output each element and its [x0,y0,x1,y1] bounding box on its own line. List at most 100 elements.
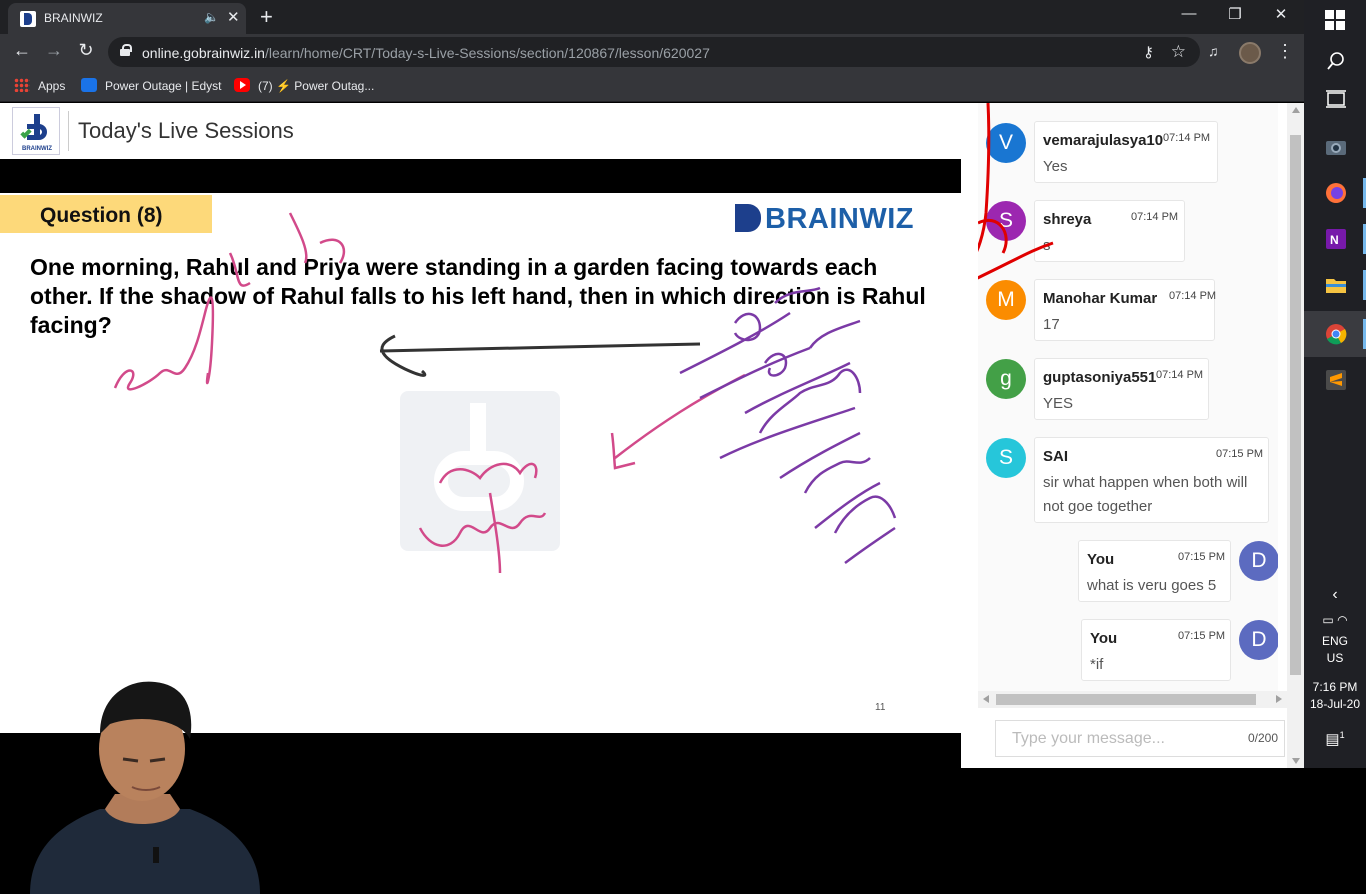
sender-name: You [1090,630,1118,647]
sender-name: Manohar Kumar [1043,290,1158,307]
bookmark-youtube[interactable]: (7) ⚡ Power Outag... [234,78,374,93]
language-indicator[interactable]: ENG [1304,634,1366,648]
sender-name: SAI [1043,448,1069,465]
page-scrollbar-bottom[interactable] [1287,683,1304,768]
brainwiz-logo[interactable]: BRAINWIZ [12,107,60,155]
taskbar-app-chrome[interactable] [1304,311,1366,357]
avatar: D [1239,541,1278,581]
forward-arrow-icon[interactable]: → [43,40,65,61]
camera-icon [1326,141,1346,155]
message-time: 07:14 PM [1156,369,1204,381]
sender-name: guptasoniya551 [1043,369,1157,386]
message-bubble: SAI 07:15 PM sir what happen when both w… [1034,437,1269,523]
chat-message: g guptasoniya551 07:14 PM YES [978,358,1278,422]
scroll-up-arrow-icon[interactable] [1292,107,1300,113]
kebab-menu-icon[interactable]: ⋮ [1276,41,1294,62]
scroll-down-arrow-icon[interactable] [1292,758,1300,764]
left-arrow-annotation [379,334,701,377]
profile-avatar[interactable] [1239,42,1261,64]
chat-message: S SAI 07:15 PM sir what happen when both… [978,437,1278,525]
message-time: 07:14 PM [1169,290,1217,302]
onenote-icon: N [1326,229,1346,249]
sender-name: vemarajulasya10 [1043,132,1164,149]
tab-title: BRAINWIZ [44,11,103,25]
windows-start-icon [1325,10,1345,30]
youtube-icon [234,78,250,92]
taskbar-app-camera[interactable] [1304,124,1366,170]
chat-vertical-scrollbar[interactable] [1287,103,1304,683]
task-view-icon [1326,90,1346,108]
scroll-thumb[interactable] [996,694,1256,705]
tab-strip: BRAINWIZ 🔈 ✕ + — ❐ ✕ [0,0,1304,34]
message-text: sir what happen when both will not goe t… [1043,474,1248,515]
taskbar-app-sublime[interactable] [1304,357,1366,403]
media-control-icon[interactable]: ♫ [1208,43,1226,59]
live-video-player[interactable]: Question (8) BRAINWIZ One morning, Rahul… [0,159,961,894]
browser-toolbar: ← → ↻ online.gobrainwiz.in/learn/home/CR… [0,34,1304,70]
browser-tab[interactable]: BRAINWIZ 🔈 ✕ [8,3,246,34]
message-text: what is veru goes 5 [1087,577,1217,594]
lock-icon[interactable] [120,44,132,56]
page-header: BRAINWIZ Today's Live Sessions [0,103,978,159]
presentation-slide: Question (8) BRAINWIZ One morning, Rahul… [0,193,961,733]
tab-close-button[interactable]: ✕ [227,8,240,26]
brainwiz-favicon-icon [20,11,36,27]
reload-icon[interactable]: ↻ [75,40,97,61]
chrome-icon [1326,324,1347,345]
show-hidden-icons-chevron-icon[interactable]: ‹ [1304,586,1366,604]
bookmark-edyst[interactable]: Power Outage | Edyst [81,78,222,93]
key-icon[interactable]: ⚷ [1143,43,1154,61]
message-time: 07:15 PM [1216,448,1264,460]
avatar: g [986,359,1026,399]
restore-button[interactable]: ❐ [1220,5,1250,23]
new-tab-button[interactable]: + [260,4,273,30]
logo-text: BRAINWIZ [22,146,52,152]
search-icon [1327,52,1344,70]
action-center-icon[interactable]: ▤1 [1304,730,1366,748]
message-time: 07:14 PM [1163,132,1211,144]
clock-date[interactable]: 18-Jul-20 [1304,697,1366,711]
message-time: 07:15 PM [1178,551,1226,563]
pen-annotations [113,212,897,574]
edyst-icon [81,78,97,92]
battery-wifi-icons[interactable]: ▭ ◠ [1304,613,1366,627]
bookmark-apps[interactable]: Apps [14,78,65,93]
chat-message-self: You 07:15 PM *if D [978,619,1278,683]
url-text[interactable]: online.gobrainwiz.in/learn/home/CRT/Toda… [142,45,710,61]
clock-time[interactable]: 7:16 PM [1304,680,1366,694]
chat-message-list[interactable]: V vemarajulasya10 07:14 PM Yes S shreya … [978,103,1278,693]
windows-taskbar: N ‹ ▭ ◠ ENG US 7:16 PM 18-Jul-20 ▤1 [1304,0,1366,768]
back-arrow-icon[interactable]: ← [11,40,33,61]
speaker-icon[interactable]: 🔈 [204,10,219,24]
taskbar-app-onenote[interactable]: N [1304,216,1366,262]
page-title: Today's Live Sessions [78,118,294,143]
bookmark-star-icon[interactable]: ☆ [1171,42,1186,62]
sublime-text-icon [1326,370,1346,390]
minimize-button[interactable]: — [1174,5,1204,22]
file-explorer-icon [1326,279,1346,293]
scroll-left-arrow-icon[interactable] [983,695,989,703]
chat-message-input[interactable] [996,721,1236,756]
chat-horizontal-scrollbar[interactable] [978,691,1287,708]
chat-panel: V vemarajulasya10 07:14 PM Yes S shreya … [961,103,1304,768]
clock-annotation [803,457,871,494]
char-counter: 0/200 [1247,731,1278,745]
taskbar-app-firefox[interactable] [1304,170,1366,216]
address-bar[interactable]: online.gobrainwiz.in/learn/home/CRT/Toda… [108,37,1200,67]
region-indicator[interactable]: US [1304,651,1366,665]
presenter-video-feed [30,681,260,894]
chat-message-self: You 07:15 PM what is veru goes 5 D [978,540,1278,604]
task-view-button[interactable] [1304,76,1366,122]
length-annotation [978,103,1054,280]
two-cross-annotation [763,319,861,377]
scroll-thumb[interactable] [1290,135,1301,675]
message-bubble: You 07:15 PM what is veru goes 5 [1078,540,1231,602]
avatar: S [986,438,1026,478]
message-time: 07:14 PM [1131,211,1179,223]
message-bubble: You 07:15 PM *if [1081,619,1231,681]
bookmarks-bar: Apps Power Outage | Edyst (7) ⚡ Power Ou… [0,70,1304,102]
window-close-button[interactable]: ✕ [1266,5,1296,23]
taskbar-app-file-explorer[interactable] [1304,262,1366,308]
scroll-right-arrow-icon[interactable] [1276,695,1282,703]
message-bubble: vemarajulasya10 07:14 PM Yes [1034,121,1218,183]
